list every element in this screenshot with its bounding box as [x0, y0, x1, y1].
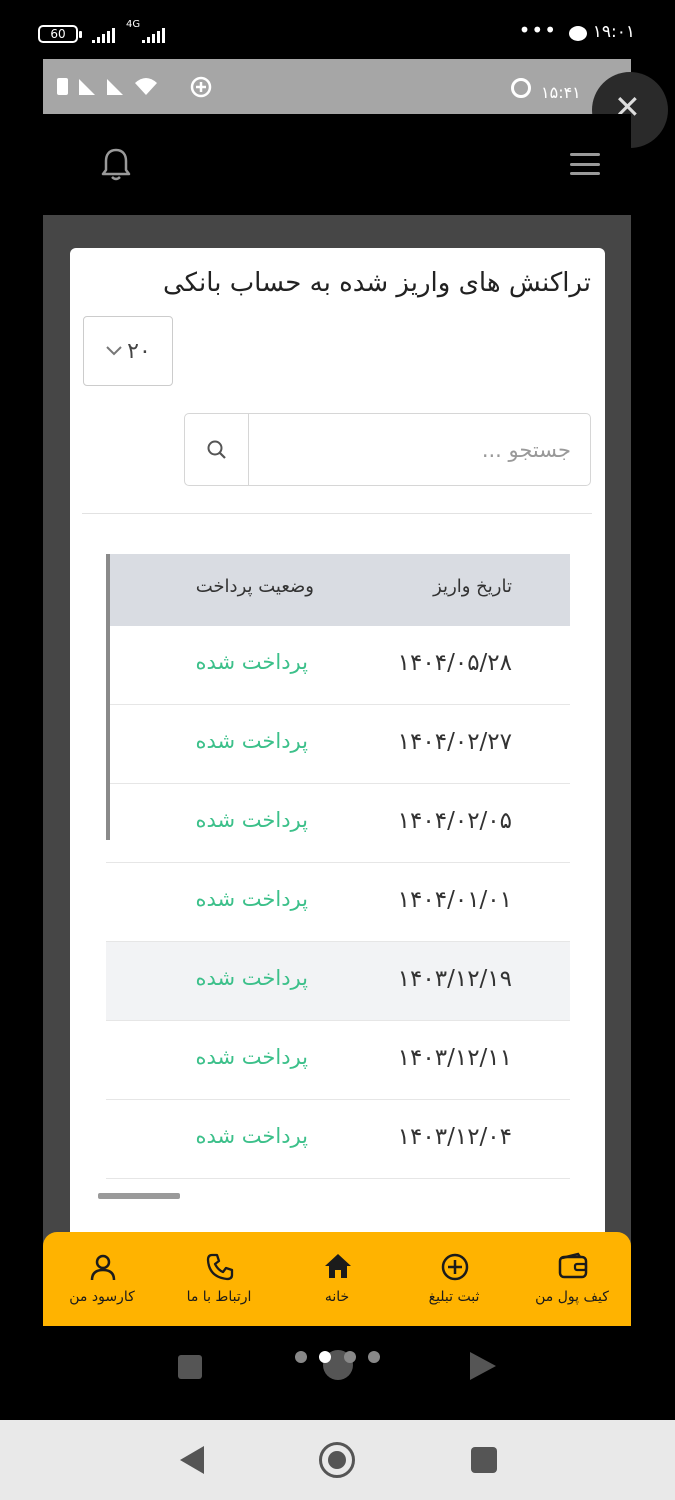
row-date: ۱۴۰۴/۰۱/۰۱ — [397, 887, 512, 913]
nav-label-contact: ارتباط با ما — [186, 1289, 252, 1305]
clock: ۱۹:۰۱ — [592, 22, 635, 42]
notification-dots: ••• — [518, 18, 557, 42]
row-status: پرداخت شده — [195, 808, 308, 832]
table-row: ۱۴۰۳/۱۲/۰۴ پرداخت شده — [106, 1100, 570, 1179]
row-date: ۱۴۰۴/۰۵/۲۸ — [397, 650, 512, 676]
page-indicator-dot — [295, 1351, 307, 1363]
sync-icon — [511, 78, 531, 98]
row-date: ۱۴۰۳/۱۲/۰۴ — [397, 1124, 512, 1150]
battery-icon: 60 — [38, 25, 82, 43]
transactions-table: تاریخ واریز وضعیت پرداخت ۱۴۰۴/۰۵/۲۸ پردا… — [106, 554, 570, 1204]
row-date: ۱۴۰۳/۱۲/۱۹ — [397, 966, 512, 992]
nav-label-dashboard: کارسود من — [69, 1289, 135, 1305]
page-indicator-dot — [368, 1351, 380, 1363]
network-label: 4G — [126, 19, 141, 30]
nav-label-wallet: کیف پول من — [535, 1289, 609, 1305]
table-header: تاریخ واریز وضعیت پرداخت — [106, 554, 570, 626]
table-row: ۱۴۰۴/۰۲/۰۵ پرداخت شده — [106, 784, 570, 863]
home-icon — [325, 1254, 351, 1278]
back-icon[interactable] — [180, 1446, 204, 1474]
header-date: تاریخ واریز — [433, 576, 512, 597]
row-status: پرداخت شده — [195, 966, 308, 990]
signal-icon — [92, 28, 115, 43]
table-row: ۱۴۰۴/۰۵/۲۸ پرداخت شده — [106, 626, 570, 705]
row-status: پرداخت شده — [195, 729, 308, 753]
page-size-select[interactable]: ۲۰ — [83, 316, 173, 386]
bottom-nav: کیف پول من ثبت تبلیغ خانه ارتباط با ما ک… — [43, 1232, 631, 1326]
page-indicator-dot-active — [319, 1351, 331, 1363]
recents-icon[interactable] — [471, 1447, 497, 1473]
table-row: ۱۴۰۳/۱۲/۱۹ پرداخت شده — [106, 942, 570, 1021]
table-row: ۱۴۰۳/۱۲/۱۱ پرداخت شده — [106, 1021, 570, 1100]
phone-icon — [206, 1253, 234, 1281]
row-date: ۱۴۰۴/۰۲/۲۷ — [397, 729, 512, 755]
page-size-value: ۲۰ — [127, 338, 151, 364]
row-status: پرداخت شده — [195, 1045, 308, 1069]
search-input[interactable] — [249, 414, 589, 485]
search-button[interactable] — [185, 414, 249, 485]
inner-status-icons — [57, 76, 212, 98]
outer-status-bar: 60 4G ••• ۱۹:۰۱ — [0, 0, 675, 60]
row-date: ۱۴۰۳/۱۲/۱۱ — [397, 1045, 512, 1071]
home-button-icon[interactable] — [319, 1442, 355, 1478]
table-row: ۱۴۰۴/۰۲/۲۷ پرداخت شده — [106, 705, 570, 784]
nav-label-home: خانه — [324, 1289, 350, 1305]
search-icon — [207, 440, 226, 459]
header-status: وضعیت پرداخت — [195, 576, 314, 597]
wallet-icon — [558, 1252, 588, 1279]
table-row: ۱۴۰۴/۰۱/۰۱ پرداخت شده — [106, 863, 570, 942]
row-status: پرداخت شده — [195, 1124, 308, 1148]
nav-contact[interactable]: ارتباط با ما — [160, 1232, 278, 1326]
inner-clock: ۱۵:۴۱ — [541, 83, 581, 102]
nav-dashboard[interactable]: کارسود من — [43, 1232, 161, 1326]
user-icon — [90, 1254, 116, 1281]
transactions-card: تراکنش های واریز شده به حساب بانکی ۲۰ تا… — [70, 248, 605, 1258]
row-status: پرداخت شده — [195, 650, 308, 674]
menu-icon[interactable] — [570, 153, 600, 175]
signal-icon-2 — [142, 28, 165, 43]
divider — [82, 513, 592, 514]
inner-recents-button[interactable] — [178, 1355, 202, 1379]
nav-wallet[interactable]: کیف پول من — [513, 1232, 631, 1326]
page-indicator-dot — [344, 1351, 356, 1363]
row-status: پرداخت شده — [195, 887, 308, 911]
horizontal-scrollbar[interactable] — [98, 1193, 180, 1199]
nav-label-add-ad: ثبت تبلیغ — [428, 1289, 480, 1305]
vertical-scrollbar[interactable] — [106, 554, 110, 840]
search-box — [184, 413, 591, 486]
chat-icon — [569, 26, 587, 41]
chevron-down-icon — [106, 346, 122, 356]
nav-home[interactable]: خانه — [278, 1232, 396, 1326]
plus-circle-icon — [441, 1253, 469, 1281]
nav-add-ad[interactable]: ثبت تبلیغ — [395, 1232, 513, 1326]
row-date: ۱۴۰۴/۰۲/۰۵ — [397, 808, 512, 834]
page-title: تراکنش های واریز شده به حساب بانکی — [163, 268, 591, 298]
bell-icon[interactable] — [100, 146, 132, 182]
inner-play-icon[interactable] — [470, 1352, 496, 1380]
